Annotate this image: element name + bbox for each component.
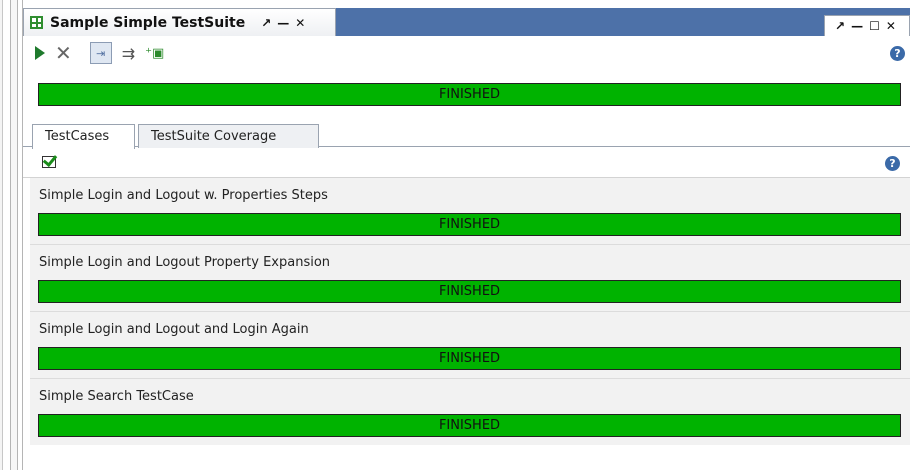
run-button[interactable]: [35, 43, 45, 63]
window-edge: [0, 0, 3, 470]
testcase-progress-bar: FINISHED: [38, 213, 901, 236]
close-icon[interactable]: ✕: [295, 16, 305, 30]
cancel-button[interactable]: ✕: [55, 43, 72, 63]
parallel-button[interactable]: ⇉: [122, 43, 135, 63]
detach-window-icon[interactable]: ↗: [835, 19, 845, 33]
new-testcase-icon: ⁺▣: [145, 45, 165, 61]
testcase-row[interactable]: Simple Login and Logout and Login Again …: [30, 312, 910, 379]
sequential-button[interactable]: ⇥: [89, 42, 112, 64]
toolbar: ✕ ⇥ ⇉ ⁺▣: [23, 36, 910, 70]
testcase-progress-bar: FINISHED: [38, 347, 901, 370]
parallel-icon: ⇉: [121, 43, 136, 63]
play-icon: [35, 46, 45, 60]
testcase-name: Simple Login and Logout and Login Again: [39, 322, 309, 337]
minimize-icon[interactable]: —: [277, 16, 289, 30]
testcase-name: Simple Search TestCase: [39, 389, 194, 404]
testcase-name: Simple Login and Logout Property Expansi…: [39, 255, 331, 270]
tab-testcases[interactable]: TestCases: [32, 124, 135, 149]
window-title: Sample Simple TestSuite: [50, 14, 246, 31]
detach-icon[interactable]: ↗: [261, 16, 271, 30]
close-window-icon[interactable]: ✕: [886, 19, 896, 33]
empty-area: [30, 445, 910, 470]
suite-progress-bar: FINISHED: [38, 83, 901, 106]
tab-controls: ↗ — ✕: [261, 16, 305, 30]
testcase-row[interactable]: Simple Login and Logout Property Expansi…: [30, 245, 910, 312]
select-testcases-icon[interactable]: [42, 156, 56, 168]
sequential-icon: ⇥: [89, 42, 112, 64]
maximize-window-icon[interactable]: ☐: [869, 19, 880, 33]
testcase-row[interactable]: Simple Login and Logout w. Properties St…: [30, 178, 910, 245]
testcase-progress-bar: FINISHED: [38, 280, 901, 303]
testsuite-icon: [30, 16, 43, 29]
new-testcase-button[interactable]: ⁺▣: [145, 43, 164, 63]
testcase-name: Simple Login and Logout w. Properties St…: [39, 188, 328, 203]
help-icon[interactable]: ?: [885, 156, 900, 171]
editor-tab[interactable]: Sample Simple TestSuite ↗ — ✕: [23, 8, 336, 36]
testcase-progress-bar: FINISHED: [38, 414, 901, 437]
testcases-toolbar: [23, 148, 910, 178]
help-icon[interactable]: ?: [890, 46, 905, 61]
cancel-icon: ✕: [55, 41, 72, 65]
window-border-line: [22, 0, 23, 470]
minimize-window-icon[interactable]: —: [851, 19, 863, 33]
window-border: [10, 0, 18, 470]
tab-testsuite-coverage[interactable]: TestSuite Coverage: [138, 124, 319, 148]
window-controls: ↗ — ☐ ✕: [824, 15, 910, 36]
testcase-row[interactable]: Simple Search TestCase FINISHED: [30, 379, 910, 446]
